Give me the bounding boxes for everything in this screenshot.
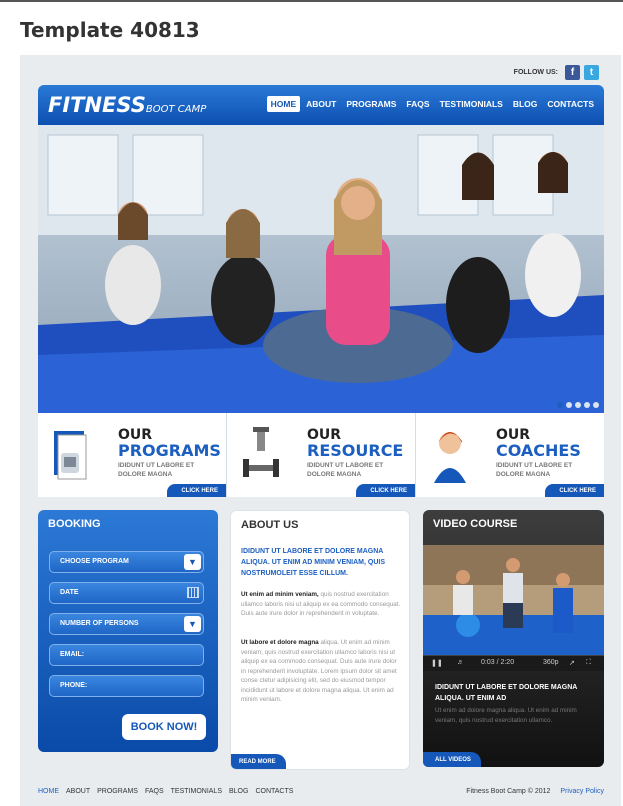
footer-link-programs[interactable]: PROGRAMS <box>97 788 138 795</box>
footer-nav: HOME ABOUT PROGRAMS FAQS TESTIMONIALS BL… <box>38 788 293 795</box>
feature-text: IDIDUNT UT LABORE ET DOLORE MAGNA <box>496 462 573 478</box>
about-paragraph: Ut labore et dolore magna aliqua. Ut eni… <box>241 638 403 705</box>
template-preview: FOLLOW US: f t FITNESSBOOT CAMP HOME ABO… <box>20 55 621 806</box>
footer-link-blog[interactable]: BLOG <box>229 788 248 795</box>
logo-main: FITNESS <box>48 93 146 117</box>
hero-photo <box>38 125 604 413</box>
nav-faqs[interactable]: FAQS <box>402 96 433 112</box>
video-thumbnail <box>423 545 604 655</box>
slider-dot[interactable] <box>593 402 599 408</box>
top-divider <box>0 0 623 2</box>
choose-program-select[interactable]: CHOOSE PROGRAM ▼ <box>49 551 204 573</box>
video-player[interactable] <box>423 545 604 655</box>
nav-home[interactable]: HOME <box>266 96 301 112</box>
nav-contacts[interactable]: CONTACTS <box>543 96 598 112</box>
video-text: Ut enim ad dolore magna aliqua. Ut enim … <box>435 707 577 724</box>
nav-programs[interactable]: PROGRAMS <box>342 96 400 112</box>
slider-dot[interactable] <box>566 402 572 408</box>
feature-resource: OUR RESOURCE IDIDUNT UT LABORE ET DOLORE… <box>227 413 416 497</box>
feature-text: IDIDUNT UT LABORE ET DOLORE MAGNA <box>307 462 384 478</box>
feature-text: IDIDUNT UT LABORE ET DOLORE MAGNA <box>118 462 195 478</box>
footer-link-about[interactable]: ABOUT <box>66 788 90 795</box>
pause-icon[interactable]: ❚❚ <box>431 659 443 667</box>
email-field[interactable]: EMAIL: <box>49 644 204 666</box>
feature-title: COACHES <box>496 441 581 460</box>
quality-label[interactable]: 360p <box>543 659 559 666</box>
dumbbell-icon <box>243 427 279 477</box>
site-header: FITNESSBOOT CAMP HOME ABOUT PROGRAMS FAQ… <box>38 85 604 125</box>
coach-icon <box>434 432 466 483</box>
video-heading: IDIDUNT UT LABORE ET DOLORE MAGNA ALIQUA… <box>435 684 578 702</box>
slider-dots <box>557 402 599 408</box>
about-text: aliqua. Ut enim ad minim veniam, quis no… <box>241 639 397 703</box>
field-label: PHONE: <box>60 682 88 689</box>
video-controls: ❚❚ ♬ 0:03 / 2:20 360p ↗ ⛶ <box>423 655 604 671</box>
field-label: EMAIL: <box>60 651 85 658</box>
about-heading: IDIDUNT UT LABORE ET DOLORE MAGNA ALIQUA… <box>241 548 386 577</box>
nav-testimonials[interactable]: TESTIMONIALS <box>436 96 507 112</box>
slider-dot[interactable] <box>575 402 581 408</box>
calendar-icon[interactable] <box>187 587 199 598</box>
nav-blog[interactable]: BLOG <box>509 96 542 112</box>
footer-link-faqs[interactable]: FAQS <box>145 788 164 795</box>
about-bold-lead: Ut labore et dolore magna <box>241 639 319 646</box>
feature-coaches: OUR COACHES IDIDUNT UT LABORE ET DOLORE … <box>416 413 604 497</box>
twitter-icon[interactable]: t <box>584 65 599 80</box>
facebook-icon[interactable]: f <box>565 65 580 80</box>
feature-title: RESOURCE <box>307 441 404 460</box>
about-panel: ABOUT US IDIDUNT UT LABORE ET DOLORE MAG… <box>230 510 410 770</box>
footer-link-home[interactable]: HOME <box>38 788 59 795</box>
phone-field[interactable]: PHONE: <box>49 675 204 697</box>
footer-link-testimonials[interactable]: TESTIMONIALS <box>171 788 222 795</box>
nav-about[interactable]: ABOUT <box>302 96 340 112</box>
video-panel: VIDEO COURSE ❚❚ ♬ 0:03 / 2:20 360p ↗ ⛶ I… <box>423 510 604 767</box>
about-paragraph: Ut enim ad minim veniam, quis nostrud ex… <box>241 590 403 619</box>
feature-title: PROGRAMS <box>118 441 221 460</box>
feature-programs: OUR PROGRAMS IDIDUNT UT LABORE ET DOLORE… <box>38 413 227 497</box>
share-icon[interactable]: ↗ <box>569 659 575 667</box>
click-here-button[interactable]: CLICK HERE <box>356 484 415 497</box>
slider-dot[interactable] <box>557 402 563 408</box>
video-time: 0:03 / 2:20 <box>481 659 515 666</box>
field-label: DATE <box>60 589 79 596</box>
main-nav: HOME ABOUT PROGRAMS FAQS TESTIMONIALS BL… <box>266 96 598 112</box>
volume-icon[interactable]: ♬ <box>457 659 464 666</box>
book-icon <box>54 431 87 480</box>
click-here-button[interactable]: CLICK HERE <box>545 484 604 497</box>
social-bar: FOLLOW US: f t <box>514 65 599 80</box>
field-label: NUMBER OF PERSONS <box>60 620 139 627</box>
booking-title: BOOKING <box>48 518 101 530</box>
footer-link-contacts[interactable]: CONTACTS <box>255 788 293 795</box>
follow-label: FOLLOW US: <box>513 69 558 76</box>
slider-dot[interactable] <box>584 402 590 408</box>
hero-slider[interactable] <box>38 125 604 413</box>
read-more-button[interactable]: READ MORE <box>231 754 286 769</box>
copyright: Fitness Boot Camp © 2012 Privacy Policy <box>466 788 604 795</box>
logo[interactable]: FITNESSBOOT CAMP <box>48 93 206 117</box>
privacy-policy-link[interactable]: Privacy Policy <box>560 788 604 795</box>
page-title: Template 40813 <box>20 18 200 42</box>
click-here-button[interactable]: CLICK HERE <box>167 484 226 497</box>
field-label: CHOOSE PROGRAM <box>60 558 129 565</box>
features-row: OUR PROGRAMS IDIDUNT UT LABORE ET DOLORE… <box>38 413 604 497</box>
chevron-down-icon[interactable]: ▼ <box>184 554 201 570</box>
all-videos-button[interactable]: ALL VIDEOS <box>423 752 481 767</box>
site-footer: HOME ABOUT PROGRAMS FAQS TESTIMONIALS BL… <box>38 788 604 802</box>
persons-select[interactable]: NUMBER OF PERSONS ▼ <box>49 613 204 635</box>
fullscreen-icon[interactable]: ⛶ <box>586 659 591 667</box>
copyright-text: Fitness Boot Camp © 2012 <box>466 788 551 795</box>
about-bold-lead: Ut enim ad minim veniam, <box>241 591 319 598</box>
booking-panel: BOOKING CHOOSE PROGRAM ▼ DATE NUMBER OF … <box>38 510 218 752</box>
logo-sub: BOOT CAMP <box>145 104 207 115</box>
about-title: ABOUT US <box>241 519 299 531</box>
date-field[interactable]: DATE <box>49 582 204 604</box>
book-now-button[interactable]: BOOK NOW! <box>122 714 206 740</box>
video-title: VIDEO COURSE <box>433 518 518 530</box>
chevron-down-icon[interactable]: ▼ <box>184 616 201 632</box>
